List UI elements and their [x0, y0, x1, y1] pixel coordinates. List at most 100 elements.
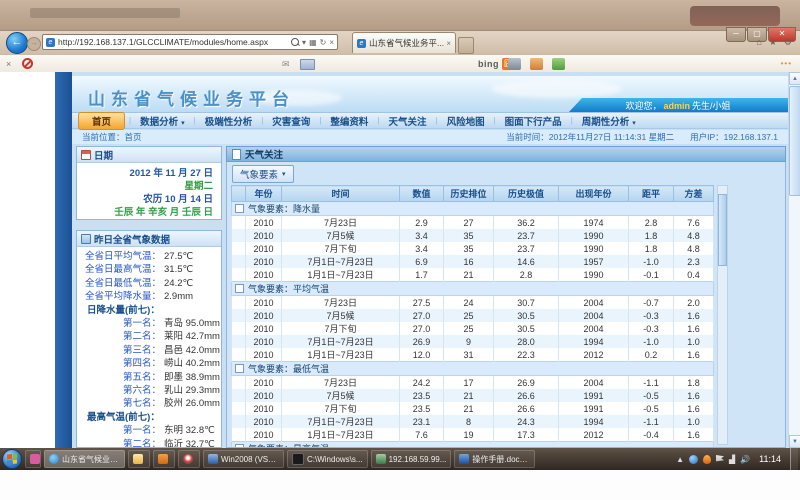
- table-cell: 27.5: [400, 296, 444, 310]
- mail-icon[interactable]: ✉: [282, 59, 290, 70]
- panel-scrollbar[interactable]: [717, 185, 728, 445]
- group-checkbox[interactable]: [235, 364, 244, 373]
- element-group-row: 气象要素：最低气温: [232, 362, 714, 376]
- start-button[interactable]: [2, 449, 22, 469]
- chevron-down-icon[interactable]: ▾: [302, 38, 306, 47]
- scroll-down-icon[interactable]: ▼: [789, 435, 800, 448]
- table-row: 20107月23日2.92736.219742.87.6: [232, 216, 714, 230]
- taskbar-button-label: C:\Windows\s...: [307, 455, 363, 464]
- table-cell: 1.7: [400, 268, 444, 282]
- page-scrollbar[interactable]: ▲ ▼: [788, 72, 800, 448]
- row-checkbox-cell: [232, 322, 246, 335]
- table-row: 20107月23日24.21726.92004-1.11.8: [232, 376, 714, 390]
- table-cell: 1991: [559, 402, 629, 415]
- speaker-icon[interactable]: 🔊: [740, 455, 750, 464]
- taskbar-button-7[interactable]: 192.168.59.99...: [371, 450, 452, 468]
- network-icon[interactable]: ▟: [729, 455, 735, 464]
- weather-stat-line: 第二名：莱阳 42.7mm: [77, 330, 221, 343]
- orange-icon: [158, 454, 168, 464]
- filter-button-label: 气象要素: [240, 167, 278, 181]
- table-cell: 7月5候: [282, 389, 400, 402]
- new-tab-button[interactable]: [458, 37, 474, 54]
- nav-item-9[interactable]: 周期性分析▾: [573, 114, 645, 128]
- close-sidebar-icon[interactable]: ×: [6, 59, 11, 69]
- tab-favicon: e: [357, 39, 366, 48]
- taskbar-button-8[interactable]: 操作手册.docx ...: [454, 450, 535, 468]
- stat-label: 第六名：: [77, 384, 161, 397]
- nav-item-3[interactable]: 极端性分析: [196, 114, 262, 128]
- table-cell: 7月1日~7月23日: [282, 415, 400, 428]
- browser-tab[interactable]: e 山东省气候业务平... ×: [352, 32, 456, 53]
- screen: ← → e http://192.168.137.1/GLCCLIMATE/mo…: [0, 0, 800, 500]
- search-icon[interactable]: [291, 38, 299, 46]
- group-checkbox[interactable]: [235, 204, 244, 213]
- column-header: 年份: [246, 186, 282, 202]
- weather-stat-line: 全省日最高气温：31.5℃: [77, 263, 221, 276]
- red-icon: [183, 454, 193, 464]
- taskbar-button-5[interactable]: Win2008 (VS2...: [203, 450, 284, 468]
- settings-gear-icon[interactable]: ⚙: [784, 37, 792, 48]
- taskbar-clock[interactable]: 11:14: [759, 454, 781, 464]
- nav-item-5[interactable]: 整编资料: [321, 114, 377, 128]
- refresh-icon[interactable]: ↻: [320, 38, 327, 47]
- taskbar-button-3[interactable]: [153, 450, 175, 468]
- date-panel-header: 日期: [77, 147, 221, 163]
- group-checkbox[interactable]: [235, 284, 244, 293]
- taskbar-button-6[interactable]: C:\Windows\s...: [287, 450, 368, 468]
- table-cell: 1974: [559, 216, 629, 230]
- row-checkbox-cell: [232, 268, 246, 282]
- nav-item-6[interactable]: 天气关注: [379, 114, 435, 128]
- stat-label: 全省平均降水量：: [77, 290, 161, 303]
- table-cell: 1.0: [674, 335, 714, 348]
- hidden-icons-chevron-icon[interactable]: ▲: [676, 455, 684, 464]
- panel-scrollbar-thumb[interactable]: [718, 194, 727, 266]
- column-header: 方差: [674, 186, 714, 202]
- bing-logo: bing: [478, 59, 499, 69]
- url-text[interactable]: http://192.168.137.1/GLCCLIMATE/modules/…: [58, 37, 287, 47]
- stat-value: 2.9mm: [164, 290, 193, 303]
- element-filter-button[interactable]: 气象要素 ▾: [232, 165, 294, 183]
- stat-value: 东明 32.8℃: [164, 424, 215, 437]
- webpage: 山东省气候业务平台 欢迎您， admin 先生/小姐 首页|数据分析▾|极端性分…: [0, 72, 788, 448]
- show-desktop-button[interactable]: [790, 448, 798, 470]
- favorites-star-icon[interactable]: ★: [769, 37, 777, 48]
- content-area: 日期 2012 年 11 月 27 日 星期二 农历 10 月 14 日 壬辰 …: [72, 144, 788, 448]
- table-row: 20101月1日~7月23日1.7212.81990-0.10.4: [232, 268, 714, 282]
- nav-item-7[interactable]: 风险地图: [438, 114, 494, 128]
- minimize-button[interactable]: ─: [726, 27, 746, 42]
- home-icon[interactable]: ⌂: [756, 37, 761, 48]
- stop-icon[interactable]: ×: [329, 38, 334, 47]
- table-cell: 28.0: [494, 335, 559, 348]
- back-button[interactable]: ←: [6, 32, 28, 54]
- tab-close-icon[interactable]: ×: [446, 39, 451, 48]
- more-icon[interactable]: •••: [781, 59, 792, 68]
- nav-item-1[interactable]: 首页: [78, 112, 125, 130]
- table-cell: 2010: [246, 296, 282, 310]
- taskbar-button-4[interactable]: [178, 450, 200, 468]
- address-bar[interactable]: e http://192.168.137.1/GLCCLIMATE/module…: [42, 34, 338, 50]
- camera-icon[interactable]: [508, 58, 521, 70]
- nav-item-2[interactable]: 数据分析▾: [131, 114, 194, 128]
- messenger-tray-icon[interactable]: [689, 455, 698, 464]
- taskbar-button-1[interactable]: 山东省气候业务平...: [44, 450, 125, 468]
- stat-value: 莱阳 42.7mm: [164, 330, 220, 343]
- app-tray-icon[interactable]: [703, 455, 711, 464]
- taskbar-button-2[interactable]: [128, 450, 150, 468]
- blocked-icon[interactable]: [22, 58, 33, 69]
- table-cell: 24.3: [494, 415, 559, 428]
- scroll-up-icon[interactable]: ▲: [789, 72, 800, 85]
- pinned-app-button[interactable]: [25, 450, 41, 468]
- weather-stat-line: 全省日平均气温：27.5℃: [77, 250, 221, 263]
- stat-label: 全省日最低气温：: [77, 277, 161, 290]
- page-scrollbar-thumb[interactable]: [789, 86, 800, 196]
- forward-button[interactable]: →: [27, 37, 41, 51]
- addons-icon[interactable]: [552, 58, 565, 70]
- table-cell: 2010: [246, 402, 282, 415]
- nav-item-8[interactable]: 图面下行产品: [496, 114, 571, 128]
- group-label: 气象要素：最低气温: [248, 364, 329, 374]
- action-center-flag-icon[interactable]: [716, 455, 724, 463]
- nav-item-4[interactable]: 灾害查询: [263, 114, 319, 128]
- compatibility-view-icon[interactable]: ▦: [309, 38, 317, 47]
- card-icon[interactable]: [300, 59, 315, 70]
- paint-icon[interactable]: [530, 58, 543, 70]
